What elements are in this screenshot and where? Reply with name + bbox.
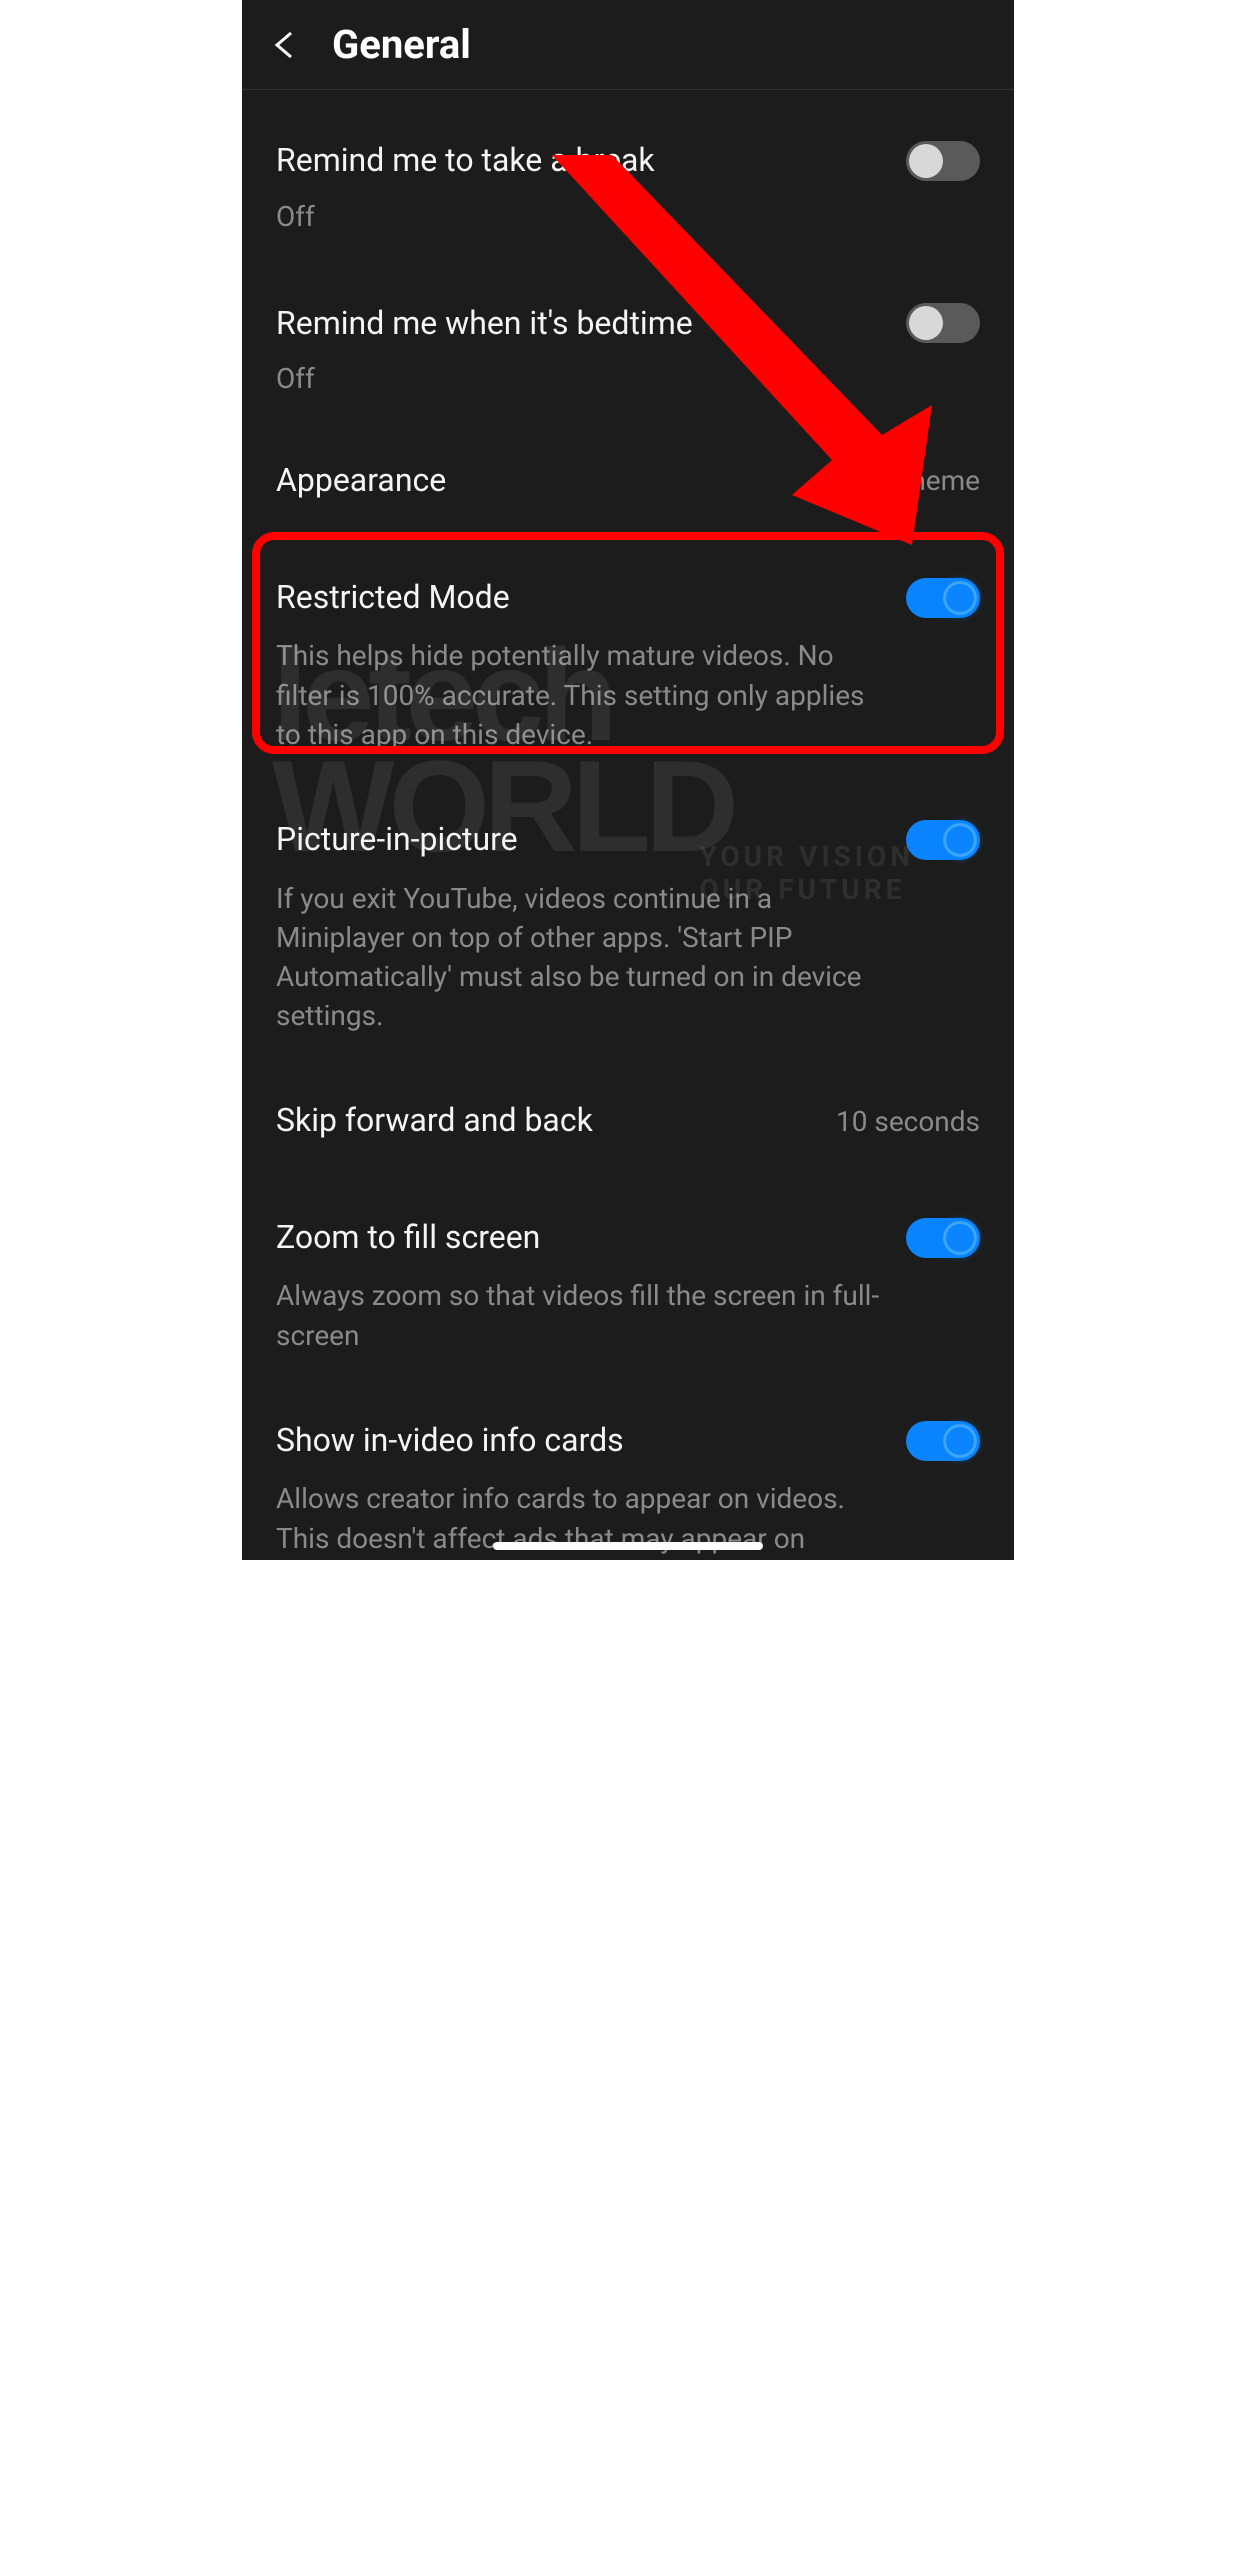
settings-list: Remind me to take a break Off Remind me … xyxy=(242,90,1014,1560)
setting-appearance[interactable]: Appearance Dark theme xyxy=(276,415,980,522)
toggle-break-reminder[interactable] xyxy=(906,141,980,181)
setting-skip-forward-back[interactable]: Skip forward and back 10 seconds xyxy=(276,1055,980,1162)
setting-restricted-mode[interactable]: Restricted Mode This helps hide potentia… xyxy=(276,522,980,774)
setting-picture-in-picture[interactable]: Picture-in-picture If you exit YouTube, … xyxy=(276,774,980,1055)
setting-value: Dark theme xyxy=(837,464,980,497)
back-icon[interactable] xyxy=(270,30,300,60)
toggle-bedtime-reminder[interactable] xyxy=(906,303,980,343)
setting-title: Appearance xyxy=(276,460,446,502)
setting-title: Remind me to take a break xyxy=(276,140,655,182)
setting-title: Zoom to fill screen xyxy=(276,1217,540,1259)
home-indicator[interactable] xyxy=(493,1542,763,1550)
header: General xyxy=(242,0,1014,90)
setting-title: Show in-video info cards xyxy=(276,1420,624,1462)
setting-info-cards[interactable]: Show in-video info cards Allows creator … xyxy=(276,1375,980,1560)
settings-screen: General Remind me to take a break Off Re… xyxy=(242,0,1014,1560)
setting-status: Off xyxy=(276,200,980,233)
setting-description: This helps hide potentially mature video… xyxy=(276,636,980,754)
setting-title: Skip forward and back xyxy=(276,1100,593,1142)
toggle-picture-in-picture[interactable] xyxy=(906,820,980,860)
toggle-zoom-fill[interactable] xyxy=(906,1218,980,1258)
page-title: General xyxy=(332,21,471,68)
setting-break-reminder[interactable]: Remind me to take a break Off xyxy=(276,90,980,253)
setting-description: If you exit YouTube, videos continue in … xyxy=(276,879,980,1036)
setting-zoom-fill-screen[interactable]: Zoom to fill screen Always zoom so that … xyxy=(276,1162,980,1375)
setting-title: Picture-in-picture xyxy=(276,819,518,861)
toggle-restricted-mode[interactable] xyxy=(906,578,980,618)
setting-status: Off xyxy=(276,362,980,395)
setting-description: Always zoom so that videos fill the scre… xyxy=(276,1276,980,1354)
toggle-info-cards[interactable] xyxy=(906,1421,980,1461)
setting-bedtime-reminder[interactable]: Remind me when it's bedtime Off xyxy=(276,253,980,416)
setting-value: 10 seconds xyxy=(836,1105,980,1138)
setting-title: Restricted Mode xyxy=(276,577,510,619)
setting-title: Remind me when it's bedtime xyxy=(276,303,693,345)
